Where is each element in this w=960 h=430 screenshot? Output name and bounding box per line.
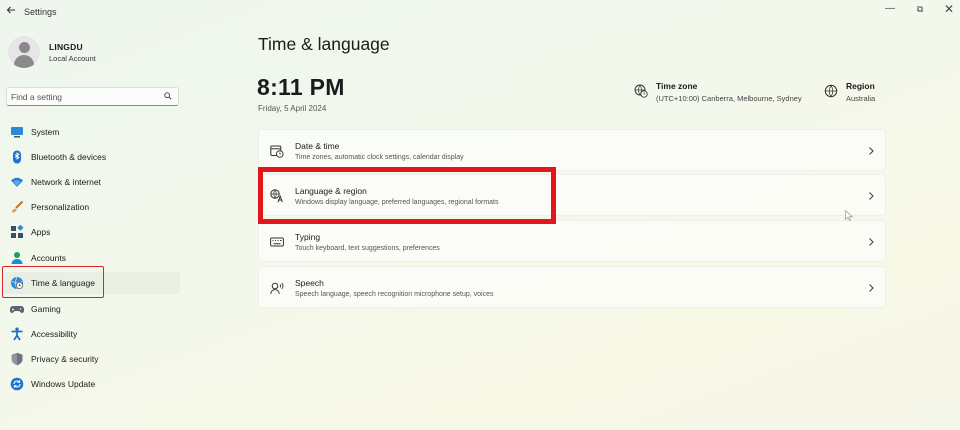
sidebar-item-apps[interactable]: Apps bbox=[4, 221, 180, 243]
page-title: Time & language bbox=[258, 34, 390, 54]
sidebar-item-label: Accounts bbox=[31, 253, 66, 263]
user-name: LINGDU bbox=[49, 42, 83, 52]
card-description: Speech language, speech recognition micr… bbox=[295, 291, 494, 298]
title-bar: Settings — ⧉ ✕ bbox=[0, 0, 960, 24]
card-title: Typing bbox=[295, 232, 321, 242]
globe-icon bbox=[824, 84, 838, 98]
sidebar-item-label: Time & language bbox=[31, 278, 95, 288]
update-icon bbox=[10, 377, 24, 391]
sidebar-item-accounts[interactable]: Accounts bbox=[4, 247, 180, 269]
sidebar-item-label: System bbox=[31, 127, 60, 137]
person-icon bbox=[11, 252, 23, 264]
sidebar-item-gaming[interactable]: Gaming bbox=[4, 298, 180, 320]
language-icon bbox=[270, 189, 283, 203]
maximize-button[interactable]: ⧉ bbox=[912, 2, 928, 16]
sidebar-item-network[interactable]: Network & internet bbox=[4, 171, 180, 193]
back-button[interactable] bbox=[4, 5, 18, 19]
chevron-right-icon bbox=[869, 147, 874, 155]
sidebar-item-windows-update[interactable]: Windows Update bbox=[4, 373, 180, 395]
card-date-time[interactable]: Date & time Time zones, automatic clock … bbox=[258, 129, 886, 171]
globe-clock-icon bbox=[11, 276, 24, 290]
region-title: Region bbox=[846, 81, 875, 91]
gamepad-icon bbox=[10, 306, 24, 313]
globe-clock-icon bbox=[634, 84, 648, 98]
sidebar-item-label: Apps bbox=[31, 227, 51, 237]
speech-icon bbox=[270, 282, 284, 295]
card-description: Touch keyboard, text suggestions, prefer… bbox=[295, 245, 440, 252]
sidebar-item-time-language[interactable]: Time & language bbox=[4, 272, 180, 294]
sidebar-item-label: Bluetooth & devices bbox=[31, 152, 107, 162]
chevron-right-icon bbox=[869, 192, 874, 200]
sidebar-item-bluetooth[interactable]: Bluetooth & devices bbox=[4, 146, 180, 168]
card-speech[interactable]: Speech Speech language, speech recogniti… bbox=[258, 266, 886, 308]
app-title: Settings bbox=[24, 7, 57, 17]
sidebar-item-accessibility[interactable]: Accessibility bbox=[4, 323, 180, 345]
card-description: Time zones, automatic clock settings, ca… bbox=[295, 154, 464, 161]
user-profile[interactable]: LINGDU Local Account bbox=[8, 36, 188, 68]
arrow-left-icon bbox=[6, 6, 15, 14]
current-time: 8:11 PM bbox=[257, 74, 345, 100]
chevron-right-icon bbox=[869, 284, 874, 292]
card-typing[interactable]: Typing Touch keyboard, text suggestions,… bbox=[258, 220, 886, 262]
search-box[interactable] bbox=[6, 87, 179, 106]
sidebar-item-label: Network & internet bbox=[31, 177, 101, 187]
chevron-right-icon bbox=[869, 238, 874, 246]
region-info: Region Australia bbox=[824, 80, 894, 108]
close-button[interactable]: ✕ bbox=[941, 2, 957, 16]
brush-icon bbox=[12, 200, 24, 213]
sidebar-item-label: Gaming bbox=[31, 304, 61, 314]
mouse-cursor-icon bbox=[845, 210, 853, 221]
region-value: Australia bbox=[846, 94, 876, 103]
account-type: Local Account bbox=[49, 54, 96, 63]
search-icon[interactable] bbox=[164, 92, 172, 100]
calendar-clock-icon bbox=[270, 145, 284, 158]
sidebar-item-label: Windows Update bbox=[31, 379, 96, 389]
keyboard-icon bbox=[270, 237, 284, 247]
accessibility-icon bbox=[11, 327, 23, 341]
card-language-region[interactable]: Language & region Windows display langua… bbox=[258, 174, 886, 216]
apps-icon bbox=[11, 225, 24, 238]
avatar bbox=[8, 36, 40, 68]
card-description: Windows display language, preferred lang… bbox=[295, 199, 499, 206]
card-title: Language & region bbox=[295, 186, 367, 196]
sidebar-item-label: Accessibility bbox=[31, 329, 78, 339]
time-zone-info: Time zone (UTC+10:00) Canberra, Melbourn… bbox=[634, 80, 814, 108]
card-title: Date & time bbox=[295, 141, 340, 151]
time-zone-title: Time zone bbox=[656, 81, 698, 91]
sidebar-item-system[interactable]: System bbox=[4, 121, 180, 143]
minimize-button[interactable]: — bbox=[882, 2, 898, 16]
time-zone-value: (UTC+10:00) Canberra, Melbourne, Sydney bbox=[656, 94, 802, 103]
sidebar-item-personalization[interactable]: Personalization bbox=[4, 196, 180, 218]
sidebar-item-label: Personalization bbox=[31, 202, 90, 212]
sidebar-item-label: Privacy & security bbox=[31, 354, 99, 364]
wifi-icon bbox=[11, 177, 23, 187]
card-title: Speech bbox=[295, 278, 324, 288]
shield-icon bbox=[11, 352, 23, 366]
current-date: Friday, 5 April 2024 bbox=[258, 104, 327, 113]
bluetooth-icon bbox=[13, 150, 21, 164]
monitor-icon bbox=[11, 127, 23, 138]
search-input[interactable] bbox=[7, 88, 157, 105]
sidebar-item-privacy[interactable]: Privacy & security bbox=[4, 348, 180, 370]
